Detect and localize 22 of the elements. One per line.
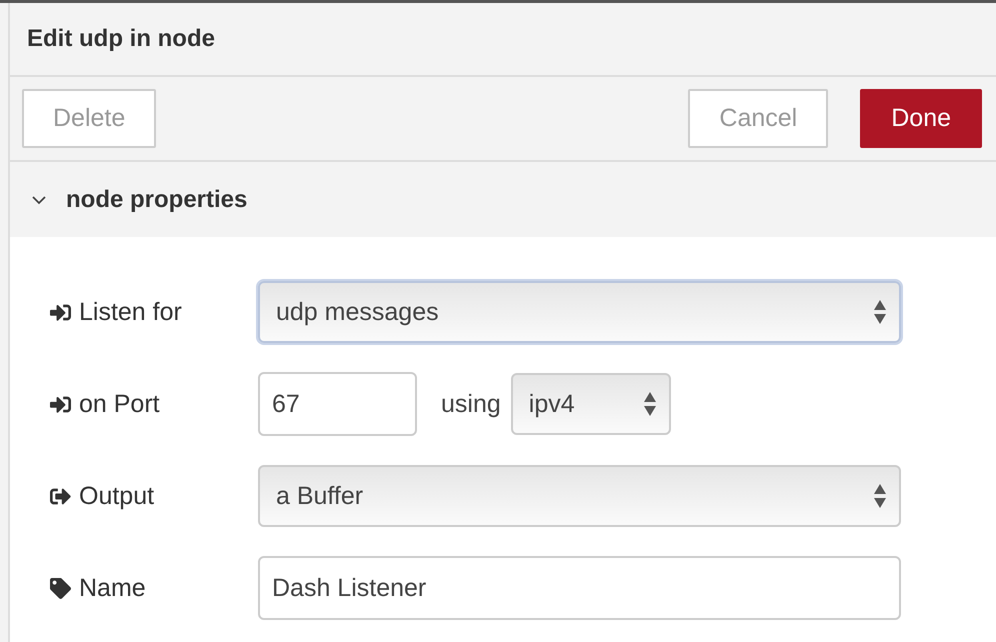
field-label: Listen for <box>79 298 182 326</box>
dialog-title: Edit udp in node <box>27 25 215 53</box>
dropdown[interactable]: ipv4 <box>510 373 671 435</box>
input-field[interactable]: 67 <box>258 372 417 436</box>
up-down-arrows-icon <box>873 299 887 325</box>
up-down-arrows-icon <box>873 483 887 509</box>
tag-icon <box>50 578 71 598</box>
sign-in-icon <box>50 302 71 322</box>
section-title: node properties <box>66 186 248 214</box>
dropdown[interactable]: a Buffer <box>258 465 901 527</box>
primary-button[interactable]: Done <box>860 89 982 148</box>
field-label: on Port <box>79 390 160 418</box>
field-label: using <box>441 390 501 418</box>
sign-in-icon <box>50 394 71 414</box>
dropdown[interactable]: udp messages <box>258 281 901 343</box>
field-label: Output <box>79 482 154 510</box>
input-field[interactable]: Dash Listener <box>258 556 901 620</box>
section-header[interactable]: node properties <box>10 162 996 237</box>
chevron-down-icon[interactable] <box>32 194 46 204</box>
field-label: Name <box>79 574 146 602</box>
sign-out-icon <box>50 486 71 506</box>
up-down-arrows-icon <box>642 391 657 417</box>
